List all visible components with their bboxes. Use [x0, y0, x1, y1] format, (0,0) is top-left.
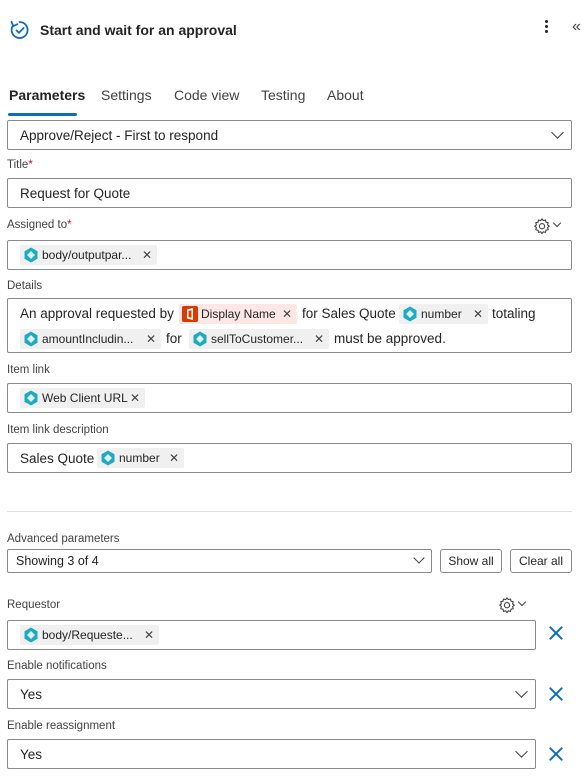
enable-notifications-value: Yes — [20, 687, 43, 702]
remove-token-icon[interactable]: ✕ — [473, 304, 483, 324]
dynamic-token[interactable]: number ✕ — [97, 448, 184, 468]
dynamic-content-icon — [24, 627, 38, 643]
settings-icon — [534, 218, 550, 235]
dynamic-token[interactable]: sellToCustomer... ✕ — [189, 329, 329, 349]
token-label: number — [119, 451, 160, 465]
details-text: for — [166, 331, 182, 346]
item-link-description-label: Item link description — [7, 424, 109, 436]
remove-token-icon[interactable]: ✕ — [144, 625, 154, 645]
remove-token-icon[interactable]: ✕ — [146, 329, 156, 349]
token-label: number — [421, 307, 462, 321]
dynamic-content-icon — [193, 331, 207, 347]
requestor-label: Requestor — [7, 599, 61, 611]
active-tab-indicator — [8, 113, 77, 116]
details-text: totaling — [492, 306, 536, 321]
details-text: must be approved. — [334, 331, 446, 346]
settings-icon — [499, 597, 515, 614]
advanced-parameters-value: Showing 3 of 4 — [16, 554, 99, 568]
show-all-button[interactable]: Show all — [440, 549, 502, 573]
enable-notifications-label: Enable notifications — [7, 660, 107, 672]
item-link-input[interactable]: Web Client URL ✕ — [7, 383, 572, 413]
token-label: amountIncludin... — [42, 332, 134, 346]
item-link-label: Item link — [7, 364, 50, 376]
office-icon — [182, 306, 198, 322]
chevron-down-icon — [413, 552, 425, 564]
token-label: Web Client URL — [42, 391, 128, 405]
more-options-icon[interactable] — [538, 18, 554, 40]
requestor-input[interactable]: body/Requeste... ✕ — [7, 620, 536, 650]
tab-testing[interactable]: Testing — [261, 84, 305, 116]
dynamic-token[interactable]: Display Name ✕ — [179, 304, 297, 324]
dynamic-content-icon — [403, 306, 417, 322]
tab-parameters[interactable]: Parameters — [9, 84, 85, 116]
remove-requestor-icon[interactable] — [548, 625, 564, 641]
remove-token-icon[interactable]: ✕ — [142, 245, 152, 265]
clear-all-button[interactable]: Clear all — [510, 549, 572, 573]
dynamic-content-icon — [24, 247, 38, 263]
tab-bar: Parameters Settings Code view Testing Ab… — [0, 84, 583, 118]
section-divider — [7, 511, 572, 512]
dynamic-token[interactable]: amountIncludin... ✕ — [20, 329, 161, 349]
details-text: An approval requested by — [20, 306, 174, 321]
remove-reassignment-icon[interactable] — [548, 746, 564, 762]
remove-token-icon[interactable]: ✕ — [169, 448, 179, 468]
approval-type-dropdown[interactable]: Approve/Reject - First to respond — [7, 120, 572, 150]
chevron-down-icon — [515, 685, 528, 698]
item-link-description-input[interactable]: Sales Quote number ✕ — [7, 443, 572, 473]
description-text: Sales Quote — [20, 451, 95, 466]
dynamic-token[interactable]: number ✕ — [399, 304, 488, 324]
tab-code-view[interactable]: Code view — [174, 84, 239, 116]
remove-notifications-icon[interactable] — [548, 686, 564, 702]
approval-flow-icon — [8, 18, 32, 42]
token-label: sellToCustomer... — [211, 332, 304, 346]
enable-notifications-dropdown[interactable]: Yes — [7, 679, 536, 709]
assigned-to-settings[interactable] — [533, 217, 563, 235]
dynamic-token[interactable]: Web Client URL ✕ — [20, 388, 145, 408]
details-label: Details — [7, 280, 43, 292]
advanced-parameters-label: Advanced parameters — [7, 533, 120, 545]
dynamic-content-icon — [24, 390, 38, 406]
title-value: Request for Quote — [20, 186, 131, 201]
token-label: Display Name — [201, 307, 276, 321]
panel-title: Start and wait for an approval — [40, 22, 237, 38]
token-label: body/outputpar... — [42, 248, 132, 262]
details-text: for Sales Quote — [302, 306, 396, 321]
enable-reassignment-value: Yes — [20, 747, 43, 762]
chevron-down-icon — [517, 597, 527, 607]
remove-token-icon[interactable]: ✕ — [314, 329, 324, 349]
collapse-panel-icon[interactable]: « — [572, 18, 581, 36]
title-input[interactable]: Request for Quote — [7, 178, 572, 208]
token-label: body/Requeste... — [42, 628, 133, 642]
dynamic-token[interactable]: body/Requeste... ✕ — [20, 625, 159, 645]
enable-reassignment-label: Enable reassignment — [7, 720, 116, 732]
tab-settings[interactable]: Settings — [101, 84, 152, 116]
enable-reassignment-dropdown[interactable]: Yes — [7, 739, 536, 769]
chevron-down-icon — [551, 126, 564, 139]
assigned-to-label: Assigned to* — [7, 219, 72, 231]
advanced-parameters-dropdown[interactable]: Showing 3 of 4 — [7, 549, 432, 573]
remove-token-icon[interactable]: ✕ — [282, 304, 292, 324]
dynamic-content-icon — [24, 331, 38, 347]
details-input[interactable]: An approval requested by Display Name ✕ … — [7, 298, 572, 353]
chevron-down-icon — [515, 745, 528, 758]
chevron-down-icon — [552, 218, 562, 228]
assigned-to-input[interactable]: body/outputpar... ✕ — [7, 240, 572, 270]
tab-about[interactable]: About — [327, 84, 364, 116]
approval-type-value: Approve/Reject - First to respond — [20, 128, 219, 143]
dynamic-content-icon — [101, 450, 115, 466]
title-label: Title* — [7, 159, 33, 171]
requestor-settings[interactable] — [498, 596, 528, 614]
panel-header: Start and wait for an approval « — [0, 0, 583, 62]
remove-token-icon[interactable]: ✕ — [130, 388, 140, 408]
dynamic-token[interactable]: body/outputpar... ✕ — [20, 245, 157, 265]
